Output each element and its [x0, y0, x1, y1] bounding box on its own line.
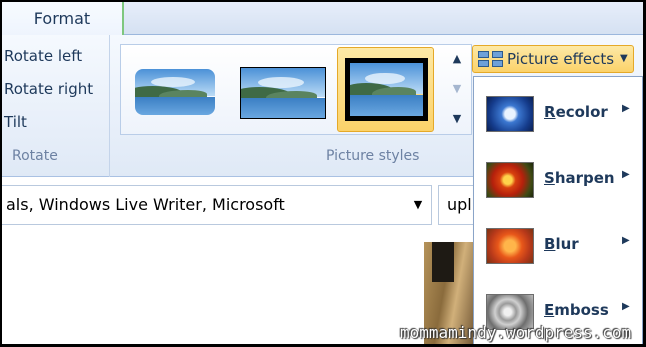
picture-effects-label: Picture effects: [507, 50, 615, 68]
menu-item-sharpen[interactable]: Sharpen ▶: [474, 145, 642, 211]
style-thick-black-border-selected[interactable]: [337, 47, 434, 132]
secondary-input[interactable]: upl: [438, 185, 478, 225]
recolor-icon: [486, 96, 534, 132]
gallery-down-icon[interactable]: ▼: [447, 74, 467, 104]
style-thick-black-border: [345, 58, 428, 121]
screenshot-frame: Format Rotate left Rotate right Tilt Rot…: [0, 0, 646, 347]
tags-dropdown-icon[interactable]: ▼: [406, 185, 430, 225]
picture-styles-group-label: Picture styles: [326, 148, 420, 164]
tags-area: als, Windows Live Writer, Microsoft ▼ up…: [2, 177, 478, 239]
tags-input[interactable]: als, Windows Live Writer, Microsoft: [2, 185, 432, 225]
menu-item-label: Sharpen: [544, 169, 615, 187]
blur-icon: [486, 228, 534, 264]
rotate-right-button[interactable]: Rotate right: [4, 80, 93, 98]
chevron-right-icon: ▶: [622, 301, 630, 312]
picture-effects-icon: [478, 51, 504, 68]
tilt-button[interactable]: Tilt: [4, 113, 27, 131]
menu-item-blur[interactable]: Blur ▶: [474, 211, 642, 277]
rotate-group-label: Rotate: [12, 148, 58, 164]
watermark: mommamindy.wordpress.com: [400, 323, 632, 342]
gallery-scroll: ▲ ▼ ▼: [447, 44, 467, 135]
style-rounded-edges[interactable]: [135, 69, 215, 115]
chevron-right-icon: ▶: [622, 103, 630, 114]
rotate-left-button[interactable]: Rotate left: [4, 47, 82, 65]
chevron-right-icon: ▶: [622, 235, 630, 246]
rotate-group: Rotate left Rotate right Tilt Rotate: [2, 35, 110, 177]
gallery-up-icon[interactable]: ▲: [447, 44, 467, 74]
gallery-more-icon[interactable]: ▼: [447, 104, 467, 134]
ribbon-tab-strip: Format: [2, 2, 643, 36]
picture-styles-gallery: [120, 44, 472, 135]
menu-item-label: Recolor: [544, 103, 608, 121]
chevron-down-icon: ▼: [620, 53, 628, 64]
sharpen-icon: [486, 162, 534, 198]
style-thin-black-border[interactable]: [240, 67, 326, 119]
chevron-right-icon: ▶: [622, 169, 630, 180]
menu-item-recolor[interactable]: Recolor ▶: [474, 79, 642, 145]
menu-item-label: Emboss: [544, 301, 609, 319]
tab-format[interactable]: Format: [2, 2, 124, 36]
menu-item-label: Blur: [544, 235, 579, 253]
picture-effects-button[interactable]: Picture effects ▼: [472, 45, 634, 73]
picture-effects-menu: Recolor ▶ Sharpen ▶ Blur ▶ Emboss ▶: [473, 76, 643, 344]
